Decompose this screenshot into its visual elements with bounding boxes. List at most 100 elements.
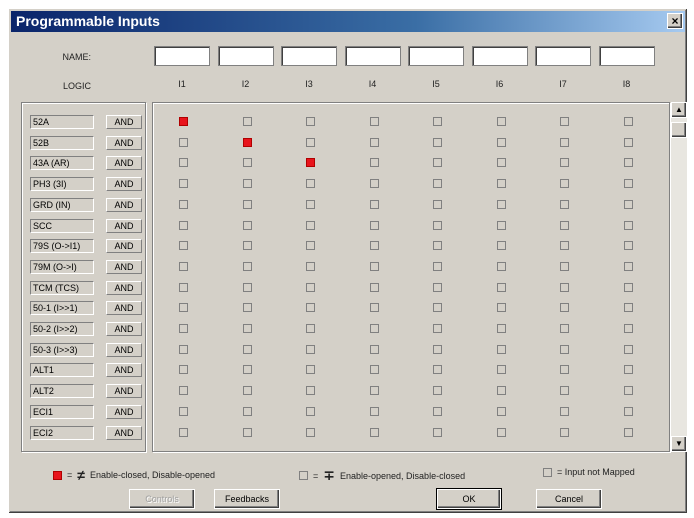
unmapped-cell-checkbox[interactable] (560, 158, 569, 168)
unmapped-cell-checkbox[interactable] (433, 137, 442, 147)
scroll-down-button[interactable]: ▼ (671, 436, 687, 452)
unmapped-cell-checkbox[interactable] (179, 282, 188, 292)
unmapped-cell-checkbox[interactable] (433, 344, 442, 354)
unmapped-cell-checkbox[interactable] (496, 117, 506, 126)
name-input-5[interactable] (408, 46, 464, 66)
unmapped-cell-checkbox[interactable] (560, 282, 569, 292)
unmapped-cell-checkbox[interactable] (369, 241, 379, 251)
unmapped-cell-checkbox[interactable] (179, 427, 188, 437)
unmapped-cell-checkbox[interactable] (623, 427, 633, 437)
unmapped-cell-checkbox[interactable] (369, 365, 379, 375)
unmapped-cell-checkbox[interactable] (242, 303, 252, 313)
unmapped-cell-checkbox[interactable] (623, 344, 633, 354)
unmapped-cell-checkbox[interactable] (496, 261, 506, 271)
unmapped-cell-checkbox[interactable] (369, 344, 379, 354)
unmapped-cell-checkbox[interactable] (306, 261, 315, 271)
row-logic-button[interactable]: AND (106, 280, 142, 295)
unmapped-cell-checkbox[interactable] (242, 365, 252, 375)
unmapped-cell-checkbox[interactable] (496, 179, 506, 189)
unmapped-cell-checkbox[interactable] (623, 324, 633, 333)
unmapped-cell-checkbox[interactable] (306, 220, 315, 230)
unmapped-cell-checkbox[interactable] (179, 220, 188, 230)
unmapped-cell-checkbox[interactable] (369, 179, 379, 189)
unmapped-cell-checkbox[interactable] (623, 365, 633, 375)
ok-button[interactable]: OK (436, 488, 502, 510)
name-input-4[interactable] (344, 46, 401, 66)
row-logic-button[interactable]: AND (106, 218, 142, 233)
unmapped-cell-checkbox[interactable] (496, 158, 506, 168)
unmapped-cell-checkbox[interactable] (242, 117, 252, 126)
unmapped-cell-checkbox[interactable] (306, 137, 315, 147)
unmapped-cell-checkbox[interactable] (560, 365, 569, 375)
unmapped-cell-checkbox[interactable] (242, 220, 252, 230)
unmapped-cell-checkbox[interactable] (242, 324, 252, 333)
mapped-cell-checkbox[interactable] (306, 158, 315, 168)
unmapped-cell-checkbox[interactable] (433, 220, 442, 230)
name-input-6[interactable] (471, 46, 528, 66)
unmapped-cell-checkbox[interactable] (433, 282, 442, 292)
unmapped-cell-checkbox[interactable] (242, 282, 252, 292)
unmapped-cell-checkbox[interactable] (433, 261, 442, 271)
unmapped-cell-checkbox[interactable] (560, 324, 569, 333)
unmapped-cell-checkbox[interactable] (179, 241, 188, 251)
unmapped-cell-checkbox[interactable] (496, 137, 506, 147)
unmapped-cell-checkbox[interactable] (496, 303, 506, 313)
unmapped-cell-checkbox[interactable] (179, 324, 188, 333)
unmapped-cell-checkbox[interactable] (623, 261, 633, 271)
unmapped-cell-checkbox[interactable] (306, 344, 315, 354)
row-logic-button[interactable]: AND (106, 363, 142, 378)
unmapped-cell-checkbox[interactable] (179, 386, 188, 396)
row-logic-button[interactable]: AND (106, 135, 142, 150)
unmapped-cell-checkbox[interactable] (306, 427, 315, 437)
unmapped-cell-checkbox[interactable] (433, 241, 442, 251)
unmapped-cell-checkbox[interactable] (369, 117, 379, 126)
close-button[interactable]: × (667, 13, 683, 29)
unmapped-cell-checkbox[interactable] (179, 137, 188, 147)
unmapped-cell-checkbox[interactable] (623, 137, 633, 147)
unmapped-cell-checkbox[interactable] (623, 158, 633, 168)
row-logic-button[interactable]: AND (106, 404, 142, 419)
unmapped-cell-checkbox[interactable] (306, 199, 315, 209)
unmapped-cell-checkbox[interactable] (179, 199, 188, 209)
mapped-cell-checkbox[interactable] (242, 137, 252, 147)
unmapped-cell-checkbox[interactable] (306, 282, 315, 292)
unmapped-cell-checkbox[interactable] (179, 303, 188, 313)
unmapped-cell-checkbox[interactable] (623, 386, 633, 396)
unmapped-cell-checkbox[interactable] (623, 117, 633, 126)
name-input-7[interactable] (535, 46, 591, 66)
unmapped-cell-checkbox[interactable] (560, 199, 569, 209)
unmapped-cell-checkbox[interactable] (560, 303, 569, 313)
unmapped-cell-checkbox[interactable] (179, 406, 188, 416)
vertical-scrollbar[interactable]: ▲ ▼ (671, 102, 687, 452)
row-logic-button[interactable]: AND (106, 342, 142, 357)
unmapped-cell-checkbox[interactable] (496, 241, 506, 251)
unmapped-cell-checkbox[interactable] (433, 365, 442, 375)
row-logic-button[interactable]: AND (106, 115, 142, 129)
unmapped-cell-checkbox[interactable] (306, 241, 315, 251)
name-input-1[interactable] (154, 46, 210, 66)
unmapped-cell-checkbox[interactable] (242, 406, 252, 416)
unmapped-cell-checkbox[interactable] (560, 344, 569, 354)
unmapped-cell-checkbox[interactable] (433, 199, 442, 209)
unmapped-cell-checkbox[interactable] (433, 179, 442, 189)
name-input-8[interactable] (598, 46, 655, 66)
unmapped-cell-checkbox[interactable] (369, 303, 379, 313)
mapped-cell-checkbox[interactable] (179, 117, 188, 126)
unmapped-cell-checkbox[interactable] (433, 158, 442, 168)
unmapped-cell-checkbox[interactable] (242, 158, 252, 168)
unmapped-cell-checkbox[interactable] (179, 365, 188, 375)
row-logic-button[interactable]: AND (106, 384, 142, 399)
unmapped-cell-checkbox[interactable] (433, 324, 442, 333)
unmapped-cell-checkbox[interactable] (306, 179, 315, 189)
unmapped-cell-checkbox[interactable] (496, 365, 506, 375)
unmapped-cell-checkbox[interactable] (179, 344, 188, 354)
name-input-2[interactable] (217, 46, 274, 66)
row-logic-button[interactable]: AND (106, 156, 142, 171)
unmapped-cell-checkbox[interactable] (369, 282, 379, 292)
unmapped-cell-checkbox[interactable] (560, 179, 569, 189)
unmapped-cell-checkbox[interactable] (242, 427, 252, 437)
unmapped-cell-checkbox[interactable] (306, 365, 315, 375)
unmapped-cell-checkbox[interactable] (560, 117, 569, 126)
unmapped-cell-checkbox[interactable] (242, 261, 252, 271)
unmapped-cell-checkbox[interactable] (306, 117, 315, 126)
